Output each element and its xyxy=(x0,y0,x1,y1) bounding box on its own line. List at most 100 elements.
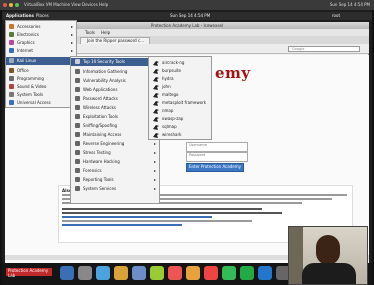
category-icon xyxy=(75,177,80,182)
submit-button[interactable]: Enter Protection Academy xyxy=(186,163,244,172)
excel-icon[interactable] xyxy=(240,266,254,280)
submenu-arrow-icon: ▸ xyxy=(153,141,156,146)
close-window-button[interactable] xyxy=(3,3,7,7)
vm-titlebar: VirtualBox VM Machine View Devices Help … xyxy=(0,0,374,10)
menu-item-john[interactable]: john xyxy=(149,83,211,91)
kali-dragon-icon xyxy=(153,101,159,106)
internet-icon xyxy=(9,48,14,53)
menu-item-wireless-attacks[interactable]: Wireless Attacks▸ xyxy=(71,104,159,112)
menu-item-maintaining-access[interactable]: Maintaining Access▸ xyxy=(71,131,159,139)
text-line xyxy=(62,212,282,214)
text-line xyxy=(62,220,252,222)
menu-item-aircrack-ng[interactable]: aircrack-ng xyxy=(149,59,211,67)
menu-item-maltego[interactable]: maltego xyxy=(149,91,211,99)
category-icon xyxy=(75,105,80,110)
menu-item-top10-security-tools[interactable]: Top 10 Security Tools▸ xyxy=(71,58,159,66)
applications-menu: Accessories ▸ Electronics ▸ Graphics ▸ Inte… xyxy=(5,20,77,108)
link-line[interactable] xyxy=(62,224,182,226)
kali-dragon-icon xyxy=(153,125,159,130)
office-icon xyxy=(9,68,14,73)
menu-item-sniffing-spoofing[interactable]: Sniffing/Spoofing▸ xyxy=(71,122,159,130)
safari-icon[interactable] xyxy=(96,266,110,280)
menu-item-system-services[interactable]: System Services ▸ xyxy=(71,185,159,193)
menu-item-burpsuite[interactable]: burpsuite xyxy=(149,67,211,75)
finder-icon[interactable] xyxy=(60,266,74,280)
itunes-icon[interactable] xyxy=(168,266,182,280)
password-field[interactable]: Password xyxy=(186,152,248,162)
system-tools-icon xyxy=(9,92,14,97)
category-icon xyxy=(75,123,80,128)
word-icon[interactable] xyxy=(258,266,272,280)
kali-dragon-icon xyxy=(153,61,159,66)
category-icon xyxy=(75,96,80,101)
browser-window-title: Protection Academy Lab - Iceweasel xyxy=(150,23,224,28)
menu-item-universal-access[interactable]: Universal Access▸ xyxy=(6,99,76,107)
menu-item-programming[interactable]: Programming▸ xyxy=(6,75,76,83)
category-icon xyxy=(75,78,80,83)
menu-item-exploitation-tools[interactable]: Exploitation Tools▸ xyxy=(71,113,159,121)
presenter-head xyxy=(316,235,340,265)
minimize-window-button[interactable] xyxy=(9,3,13,7)
menu-item-hardware-hacking[interactable]: Hardware Hacking ▸ xyxy=(71,158,159,166)
menu-item-nmap[interactable]: nmap xyxy=(149,107,211,115)
menu-help[interactable]: Help xyxy=(101,30,110,35)
browser-tab[interactable]: Join the Ripper password c... xyxy=(80,37,150,44)
menu-item-internet[interactable]: Internet ▸ xyxy=(6,47,76,55)
kali-dragon-icon xyxy=(153,69,159,74)
link-line[interactable] xyxy=(62,216,212,218)
menu-item-stress-testing[interactable]: Stress Testing ▸ xyxy=(71,149,159,157)
submenu-arrow-icon: ▸ xyxy=(153,150,156,155)
category-icon xyxy=(75,141,80,146)
photo-icon[interactable] xyxy=(114,266,128,280)
vm-menu-text: VirtualBox VM Machine View Devices Help xyxy=(24,2,109,7)
panel-clock[interactable]: Sun Sep 14 4:54 PM xyxy=(170,13,210,18)
menu-item-kali-linux[interactable]: Kali Linux▸ xyxy=(6,57,76,65)
menu-item-vulnerability-analysis[interactable]: Vulnerability Analysis▸ xyxy=(71,77,159,85)
menu-item-reverse-engineering[interactable]: Reverse Engineering ▸ xyxy=(71,140,159,148)
site-logo-text: emy xyxy=(215,64,251,82)
menu-item-web-applications[interactable]: Web Applications▸ xyxy=(71,86,159,94)
submenu-arrow-icon: ▸ xyxy=(70,24,73,29)
text-line xyxy=(62,208,262,210)
graphics-icon xyxy=(9,40,14,45)
menu-item-sqlmap[interactable]: sqlmap xyxy=(149,123,211,131)
category-icon xyxy=(75,186,80,191)
presenter-body xyxy=(302,263,356,284)
menu-item-metasploit-framework[interactable]: metasploit framework xyxy=(149,99,211,107)
username-field[interactable]: Username xyxy=(186,142,248,152)
chrome-icon[interactable] xyxy=(204,266,218,280)
menu-item-forensics[interactable]: Forensics ▸ xyxy=(71,167,159,175)
menu-item-electronics[interactable]: Electronics ▸ xyxy=(6,31,76,39)
menu-item-sound-video[interactable]: Sound & Video▸ xyxy=(6,83,76,91)
gnome-top-panel: Applications Places Sun Sep 14 4:54 PM r… xyxy=(2,12,372,20)
search-input[interactable]: Google xyxy=(288,46,360,52)
menu-tools[interactable]: Tools xyxy=(85,30,95,35)
menu-item-hydra[interactable]: hydra xyxy=(149,75,211,83)
category-icon xyxy=(75,69,80,74)
kali-dragon-icon xyxy=(153,133,159,138)
menu-item-accessories[interactable]: Accessories ▸ xyxy=(6,23,76,31)
applications-menu-button[interactable]: Applications xyxy=(6,13,34,18)
kali-dragon-icon xyxy=(153,109,159,114)
firefox-icon[interactable] xyxy=(186,266,200,280)
zoom-window-button[interactable] xyxy=(15,3,19,7)
places-menu-button[interactable]: Places xyxy=(36,13,49,18)
menu-item-office[interactable]: Office▸ xyxy=(6,67,76,75)
category-icon xyxy=(75,114,80,119)
vm-status-text: Sun Sep 14 4:54 PM xyxy=(329,2,370,7)
menu-item-graphics[interactable]: Graphics ▸ xyxy=(6,39,76,47)
submenu-arrow-icon: ▸ xyxy=(153,159,156,164)
menu-item-owasp-zap[interactable]: owasp-zap xyxy=(149,115,211,123)
app-store-icon[interactable] xyxy=(150,266,164,280)
menu-item-reporting-tools[interactable]: Reporting Tools ▸ xyxy=(71,176,159,184)
taskbar-window-button[interactable]: Protection Academy Lab xyxy=(6,268,52,278)
menu-item-information-gathering[interactable]: Information Gathering▸ xyxy=(71,68,159,76)
system-preferences-icon[interactable] xyxy=(78,266,92,280)
category-icon xyxy=(75,150,80,155)
panel-user[interactable]: root xyxy=(332,13,340,18)
mail-icon[interactable] xyxy=(132,266,146,280)
messages-icon[interactable] xyxy=(222,266,236,280)
menu-item-password-attacks[interactable]: Password Attacks▸ xyxy=(71,95,159,103)
menu-item-system-tools[interactable]: System Tools▸ xyxy=(6,91,76,99)
submenu-arrow-icon: ▸ xyxy=(153,186,156,191)
